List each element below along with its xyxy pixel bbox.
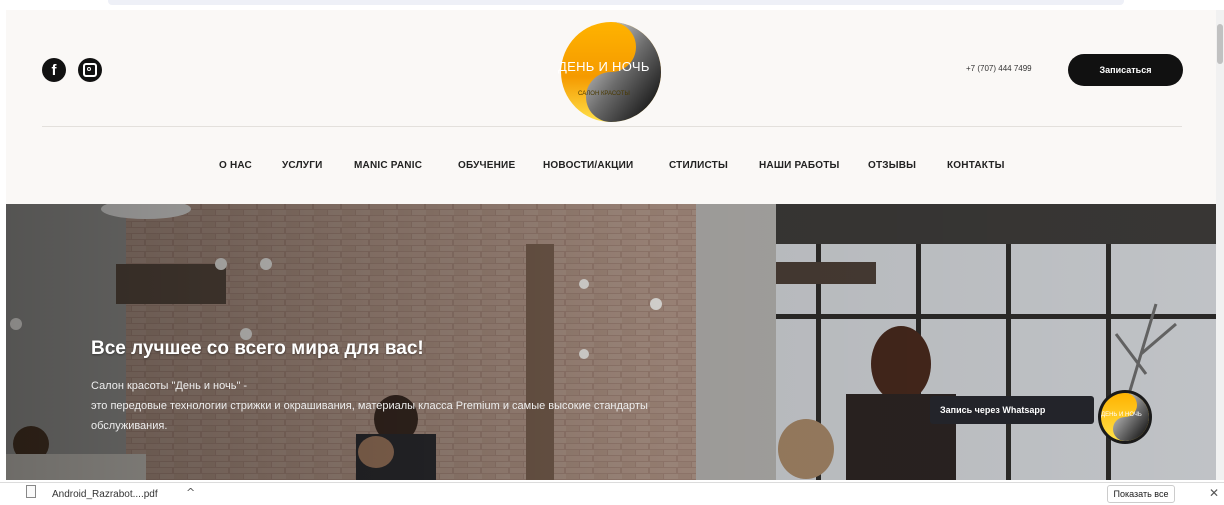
logo-title: ДЕНЬ И НОЧЬ	[558, 59, 650, 74]
nav-item-news[interactable]: НОВОСТИ/АКЦИИ	[543, 160, 633, 171]
logo-subtitle: САЛОН КРАСОТЫ	[578, 91, 630, 97]
facebook-icon[interactable]: f	[42, 58, 66, 82]
browser-top-strip	[0, 0, 1224, 10]
nav-item-training[interactable]: ОБУЧЕНИЕ	[458, 160, 515, 171]
address-bar-edge	[108, 0, 1124, 5]
nav-item-contacts[interactable]: КОНТАКТЫ	[947, 160, 1005, 171]
hero-text-line-3: обслуживания.	[91, 420, 168, 432]
downloads-bar: Android_Razrabot....pdf ^ Показать все ✕	[0, 482, 1224, 505]
pdf-file-icon	[26, 485, 36, 498]
hero-text-line-1: Салон красоты "День и ночь" -	[91, 380, 248, 392]
show-all-downloads-button[interactable]: Показать все	[1107, 485, 1175, 503]
nav-item-reviews[interactable]: ОТЗЫВЫ	[868, 160, 916, 171]
chevron-up-icon[interactable]: ^	[186, 486, 195, 499]
close-icon[interactable]: ✕	[1209, 486, 1219, 500]
instagram-icon[interactable]	[78, 58, 102, 82]
hero-banner: Все лучшее со всего мира для вас! Салон …	[6, 204, 1216, 480]
scrollbar-thumb[interactable]	[1217, 24, 1223, 64]
nav-item-about[interactable]: О НАС	[219, 160, 252, 171]
whatsapp-booking-label[interactable]: Запись через Whatsapp	[930, 396, 1094, 424]
phone-number[interactable]: +7 (707) 444 7499	[966, 64, 1032, 73]
nav-item-stylists[interactable]: СТИЛИСТЫ	[669, 160, 728, 171]
hero-title: Все лучшее со всего мира для вас!	[91, 338, 424, 359]
whatsapp-logo-text: ДЕНЬ И НОЧЬ	[1101, 412, 1142, 418]
download-file-name[interactable]: Android_Razrabot....pdf	[52, 489, 158, 500]
nav-item-services[interactable]: УСЛУГИ	[282, 160, 323, 171]
page-scrollbar[interactable]	[1216, 10, 1224, 480]
header-divider	[42, 126, 1182, 127]
nav-item-manic-panic[interactable]: MANIC PANIC	[354, 160, 422, 171]
book-appointment-button[interactable]: Записаться	[1068, 54, 1183, 86]
nav-item-portfolio[interactable]: НАШИ РАБОТЫ	[759, 160, 840, 171]
hero-text-line-2: это передовые технологии стрижки и окраш…	[91, 400, 648, 412]
